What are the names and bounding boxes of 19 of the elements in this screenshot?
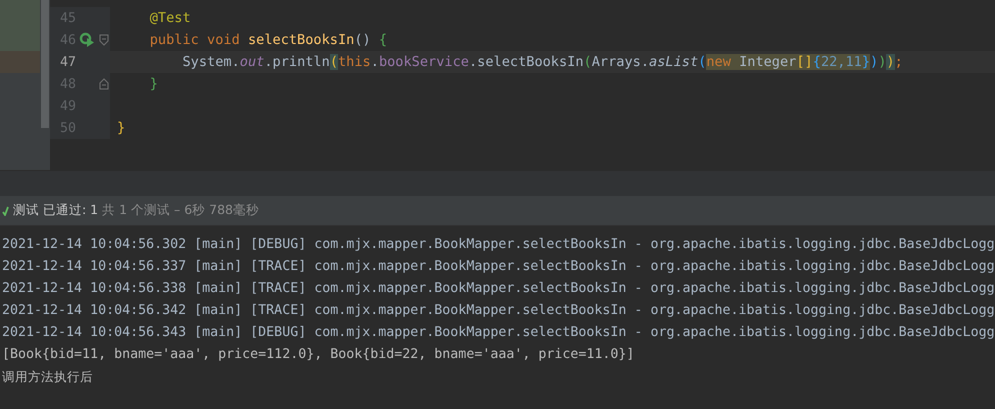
code-line: }: [148, 75, 158, 93]
console-line: 2021-12-14 10:04:56.342 [main] [TRACE] com.mjx.mapper.BookMapper.selectBooksIn - org.apache.ibatis.logging.jdbc.BaseJdbcLogg: [2, 302, 995, 320]
console-line: 2021-12-14 10:04:56.302 [main] [DEBUG] com.mjx.mapper.BookMapper.selectBooksIn - org.apache.ibatis.logging.jdbc.BaseJdbcLogg: [2, 236, 995, 254]
console-line: [Book{bid=11, bname='aaa', price=112.0}, Book{bid=22, bname='aaa', price=11.0}]: [2, 346, 636, 364]
run-test-icon[interactable]: [79, 32, 95, 48]
console-line: 调用方法执行后: [2, 368, 94, 386]
test-summary: 共 1 个测试 – 6秒 788毫秒: [102, 202, 260, 219]
test-status-label: 测试 已通过: 1: [13, 202, 98, 219]
line-number: 47: [58, 54, 76, 70]
console-line: 2021-12-14 10:04:56.343 [main] [DEBUG] com.mjx.mapper.BookMapper.selectBooksIn - org.apache.ibatis.logging.jdbc.BaseJdbcLogg: [2, 324, 995, 342]
fold-icon[interactable]: [99, 78, 109, 90]
console-line: 2021-12-14 10:04:56.337 [main] [TRACE] com.mjx.mapper.BookMapper.selectBooksIn - org.apache.ibatis.logging.jdbc.BaseJdbcLogg: [2, 258, 995, 276]
fold-icon[interactable]: [99, 34, 109, 46]
code-line: @Test: [148, 9, 191, 27]
code-line: public void selectBooksIn() {: [148, 31, 388, 49]
code-line: System.out.println(this.bookService.selectBooksIn(Arrays.asList(new Integer[]{22,11})));: [181, 53, 903, 71]
scrollbar-thumb[interactable]: [41, 0, 49, 128]
code-line: }: [117, 119, 126, 137]
console-line: 2021-12-14 10:04:56.338 [main] [TRACE] com.mjx.mapper.BookMapper.selectBooksIn - org.apache.ibatis.logging.jdbc.BaseJdbcLogg: [2, 280, 995, 298]
